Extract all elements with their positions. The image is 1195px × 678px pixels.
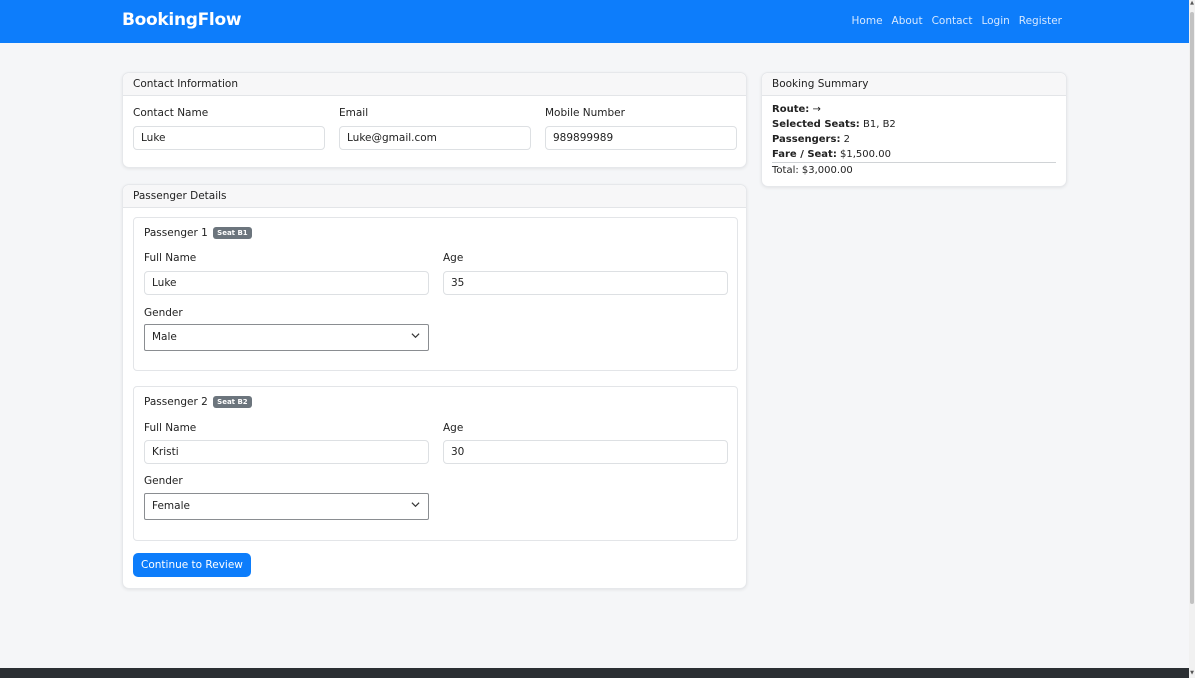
summary-seats-value: B1, B2 <box>862 119 896 130</box>
passenger-2-gender-select[interactable]: Female <box>144 493 429 520</box>
passenger-1-gender-label: Gender <box>144 307 183 319</box>
summary-route-label: Route: <box>772 104 810 115</box>
summary-total: Total: $3,000.00 <box>772 165 853 176</box>
nav-links: Home About Contact Login Register <box>852 15 1062 27</box>
seat-badge: Seat B1 <box>213 227 252 239</box>
passenger-1-name-label: Full Name <box>144 252 197 264</box>
passenger-2-box: Passenger 2 Seat B2 Full Name Age Gender… <box>133 386 738 541</box>
passenger-details-card: Passenger Details Passenger 1 Seat B1 Fu… <box>122 184 747 589</box>
scroll-down-arrow-icon[interactable]: ▼ <box>1189 670 1195 678</box>
continue-to-review-button[interactable]: Continue to Review <box>133 553 251 577</box>
booking-summary-body: Route: → Selected Seats: B1, B2 Passenge… <box>762 96 1066 184</box>
passenger-1-gender-value: Male <box>152 331 177 343</box>
summary-fare-label: Fare / Seat: <box>772 149 837 160</box>
summary-passengers-label: Passengers: <box>772 134 841 145</box>
contact-name-label: Contact Name <box>133 107 209 119</box>
summary-route-value: → <box>812 104 821 115</box>
nav-link-about[interactable]: About <box>892 15 923 27</box>
passenger-details-header: Passenger Details <box>123 185 746 208</box>
summary-seats-label: Selected Seats: <box>772 119 860 130</box>
passenger-2-name-input[interactable] <box>144 440 429 464</box>
summary-passengers-value: 2 <box>843 134 850 145</box>
email-input[interactable] <box>339 126 531 150</box>
footer <box>0 668 1189 678</box>
passenger-2-name-label: Full Name <box>144 422 197 434</box>
mobile-number-label: Mobile Number <box>545 107 625 119</box>
passenger-1-title-text: Passenger 1 <box>144 227 208 239</box>
contact-information-header: Contact Information <box>123 73 746 96</box>
chevron-down-icon <box>411 331 420 343</box>
scroll-up-arrow-icon[interactable]: ▲ <box>1189 0 1195 8</box>
booking-summary-card: Booking Summary Route: → Selected Seats:… <box>761 72 1067 187</box>
navbar: BookingFlow Home About Contact Login Reg… <box>0 0 1189 43</box>
scrollbar-thumb[interactable] <box>1190 12 1194 604</box>
passenger-1-box: Passenger 1 Seat B1 Full Name Age Gender… <box>133 217 738 371</box>
passenger-2-title-text: Passenger 2 <box>144 396 208 408</box>
passenger-2-age-label: Age <box>443 422 464 434</box>
page-scrollbar[interactable]: ▲ ▼ <box>1189 0 1195 678</box>
contact-information-card: Contact Information Contact Name Email M… <box>122 72 747 168</box>
summary-fare-value: $1,500.00 <box>840 149 891 160</box>
chevron-down-icon <box>411 500 420 512</box>
nav-link-home[interactable]: Home <box>852 15 883 27</box>
passenger-1-gender-select[interactable]: Male <box>144 324 429 351</box>
summary-passengers: Passengers: 2 <box>772 132 1056 147</box>
nav-link-contact[interactable]: Contact <box>932 15 973 27</box>
passenger-2-gender-label: Gender <box>144 475 183 487</box>
nav-link-register[interactable]: Register <box>1019 15 1062 27</box>
passenger-1-age-label: Age <box>443 252 464 264</box>
passenger-2-gender-value: Female <box>152 500 190 512</box>
passenger-1-age-input[interactable] <box>443 271 728 295</box>
passenger-1-title: Passenger 1 Seat B1 <box>144 227 252 239</box>
summary-seats: Selected Seats: B1, B2 <box>772 117 1056 132</box>
passenger-2-age-input[interactable] <box>443 440 728 464</box>
summary-fare: Fare / Seat: $1,500.00 <box>772 147 1056 162</box>
seat-badge: Seat B2 <box>213 396 252 408</box>
brand-logo[interactable]: BookingFlow <box>122 10 242 30</box>
mobile-number-input[interactable] <box>545 126 737 150</box>
email-label: Email <box>339 107 369 119</box>
passenger-1-name-input[interactable] <box>144 271 429 295</box>
passenger-2-title: Passenger 2 Seat B2 <box>144 396 252 408</box>
nav-link-login[interactable]: Login <box>981 15 1009 27</box>
summary-route: Route: → <box>772 102 1056 117</box>
contact-name-input[interactable] <box>133 126 325 150</box>
booking-summary-header: Booking Summary <box>762 73 1066 96</box>
